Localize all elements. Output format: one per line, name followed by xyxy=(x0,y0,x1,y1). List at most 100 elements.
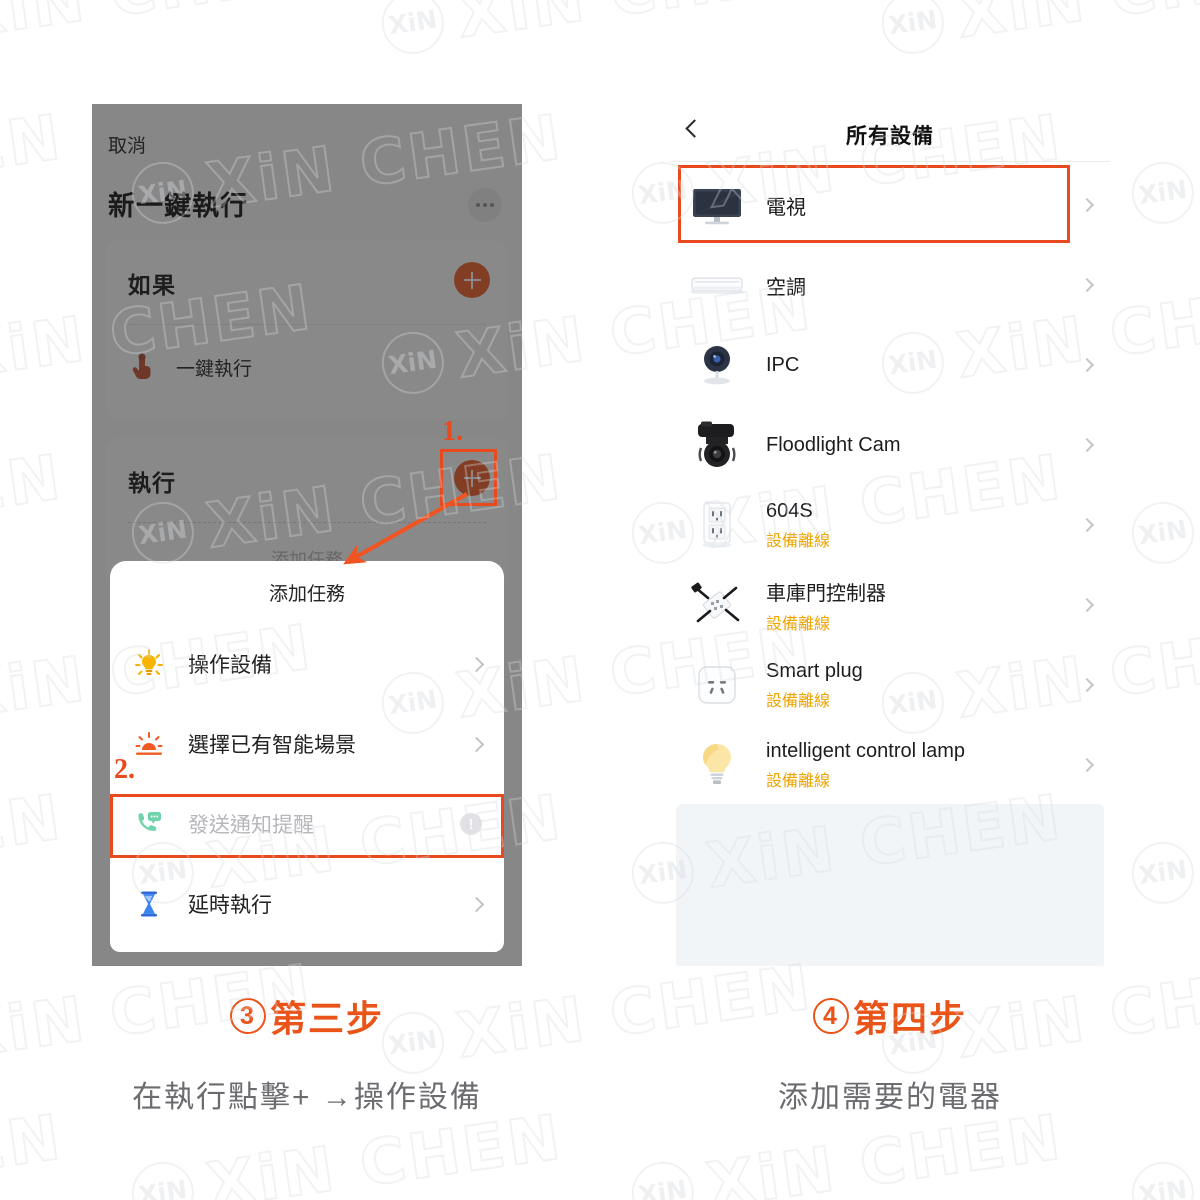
air-conditioner-icon xyxy=(688,256,746,314)
device-text: intelligent control lamp 設備離線 xyxy=(766,740,1062,791)
chevron-right-icon xyxy=(1079,197,1095,213)
caption-description: 在執行點擊+ →操作設備 xyxy=(132,1081,482,1114)
watermark-tile: XiNXiN CHEN xyxy=(377,0,818,63)
device-row-air-conditioner[interactable]: 空調 xyxy=(670,245,1110,325)
light-bulb-icon xyxy=(688,736,746,794)
caption-step-number: 3 xyxy=(229,998,266,1034)
caption-step-number: 4 xyxy=(812,998,849,1034)
watermark-text: XiN CHEN xyxy=(0,439,68,563)
right-phone-screenshot: 所有設備 電視 空調 IPC Floodlight Cam 604S 設備離線 … xyxy=(670,104,1110,966)
sunrise-icon xyxy=(132,727,166,761)
watermark-tile: XiNXiN CHEN xyxy=(1127,780,1200,913)
device-name: IPC xyxy=(766,353,800,376)
garage-door-icon xyxy=(688,576,746,634)
chevron-right-icon xyxy=(468,736,485,752)
device-text: 車庫門控制器 設備離線 xyxy=(766,577,1062,634)
add-task-bottom-sheet: 添加任務 操作設備 選擇已有智能場景 發送通知提醒 ! 延時執行 xyxy=(110,561,504,952)
sheet-item-label: 延時執行 xyxy=(188,894,272,917)
watermark-tile: XiNXiN CHEN xyxy=(0,779,68,913)
chevron-right-icon xyxy=(468,896,485,912)
device-text: IPC xyxy=(766,354,1062,377)
watermark-tile: XiNXiN CHEN xyxy=(0,99,68,233)
caption-step-label: 第四步 xyxy=(852,998,967,1039)
device-name: 電視 xyxy=(766,196,806,219)
device-name: 車庫門控制器 xyxy=(766,582,886,605)
hourglass-icon xyxy=(132,887,166,921)
sheet-item-operate-device[interactable]: 操作設備 xyxy=(110,631,504,697)
device-name: 空調 xyxy=(766,276,806,299)
sheet-item-label: 操作設備 xyxy=(188,654,272,677)
device-row-smart-plug[interactable]: Smart plug 設備離線 xyxy=(670,645,1110,725)
empty-list-filler xyxy=(676,804,1104,966)
watermark-tile: XiNXiN CHEN xyxy=(877,0,1200,63)
watermark-tile: XiNXiN CHEN xyxy=(1127,1100,1200,1200)
device-row-intelligent-control-lamp[interactable]: intelligent control lamp 設備離線 xyxy=(670,725,1110,805)
watermark-badge-icon: XiN xyxy=(127,1157,198,1200)
device-status: 設備離線 xyxy=(766,615,831,633)
device-status: 設備離線 xyxy=(766,692,831,710)
television-icon xyxy=(688,176,746,234)
watermark-tile: XiNXiN CHEN xyxy=(0,0,318,63)
watermark-text: XiN CHEN xyxy=(0,1099,68,1200)
chevron-right-icon xyxy=(1079,437,1095,453)
watermark-badge-icon: XiN xyxy=(1127,157,1198,228)
sheet-item-label: 選擇已有智能場景 xyxy=(188,734,356,757)
device-text: 電視 xyxy=(766,191,1062,220)
caption-step-four: 4 第四步 添加需要的電器 xyxy=(670,990,1110,1116)
sheet-item-send-notification: 發送通知提醒 ! xyxy=(110,791,504,857)
device-row-garage-door-controller[interactable]: 車庫門控制器 設備離線 xyxy=(670,565,1110,645)
watermark-tile: XiNXiN CHEN xyxy=(0,1099,68,1200)
watermark-badge-icon: XiN xyxy=(377,0,448,58)
sheet-item-label: 發送通知提醒 xyxy=(188,814,314,837)
watermark-text: XiN CHEN xyxy=(0,779,68,903)
chevron-right-icon xyxy=(468,656,485,672)
device-row-floodlight-cam[interactable]: Floodlight Cam xyxy=(670,405,1110,485)
chevron-right-icon xyxy=(1079,517,1095,533)
watermark-tile: XiNXiN CHEN xyxy=(0,439,68,573)
watermark-tile: XiNXiN CHEN xyxy=(1127,100,1200,233)
chevron-right-icon xyxy=(1079,757,1095,773)
ip-camera-icon xyxy=(688,336,746,394)
sheet-title: 添加任務 xyxy=(268,584,345,605)
device-status: 設備離線 xyxy=(766,772,831,790)
phone-message-icon xyxy=(132,807,166,841)
watermark-badge-icon: XiN xyxy=(1127,837,1198,908)
chevron-right-icon xyxy=(1079,677,1095,693)
watermark-text: XiN CHEN xyxy=(0,0,318,53)
wall-outlet-icon xyxy=(688,496,746,554)
sheet-item-delay-execution[interactable]: 延時執行 xyxy=(110,871,504,937)
watermark-text: XiN CHEN xyxy=(0,99,68,223)
floodlight-camera-icon xyxy=(688,416,746,474)
sheet-item-select-scene[interactable]: 選擇已有智能場景 xyxy=(110,711,504,777)
watermark-tile: XiNXiN CHEN xyxy=(1127,440,1200,573)
device-text: Smart plug 設備離線 xyxy=(766,660,1062,711)
device-row-ipc[interactable]: IPC xyxy=(670,325,1110,405)
lightbulb-icon xyxy=(132,647,166,681)
watermark-badge-icon: XiN xyxy=(627,1157,698,1200)
device-row-604s[interactable]: 604S 設備離線 xyxy=(670,485,1110,565)
caption-step-title: 3 第三步 xyxy=(92,990,522,1042)
device-row-television[interactable]: 電視 xyxy=(670,165,1110,245)
smart-plug-icon xyxy=(688,656,746,714)
left-phone-screenshot: 取消 新一鍵執行 如果 一鍵執行 執行 添加任務 xyxy=(92,104,522,966)
device-text: Floodlight Cam xyxy=(766,434,1062,457)
watermark-badge-icon: XiN xyxy=(877,0,948,58)
device-name: 604S xyxy=(766,499,813,522)
info-icon[interactable]: ! xyxy=(460,813,482,835)
chevron-right-icon xyxy=(1079,597,1095,613)
watermark-text: XiN CHEN xyxy=(951,0,1200,53)
page-title: 所有設備 xyxy=(846,125,934,148)
device-status: 設備離線 xyxy=(766,532,831,550)
watermark-badge-icon: XiN xyxy=(1127,497,1198,568)
watermark-badge-icon: XiN xyxy=(1127,1157,1198,1200)
watermark-text: XiN CHEN xyxy=(451,0,818,53)
device-text: 空調 xyxy=(766,271,1062,300)
caption-step-three: 3 第三步 在執行點擊+ →操作設備 xyxy=(92,990,522,1116)
device-name: Floodlight Cam xyxy=(766,433,901,456)
nav-bar: 所有設備 xyxy=(670,104,1110,162)
device-text: 604S 設備離線 xyxy=(766,500,1062,551)
device-name: Smart plug xyxy=(766,659,863,682)
device-name: intelligent control lamp xyxy=(766,739,965,762)
caption-description: 添加需要的電器 xyxy=(778,1081,1002,1114)
caption-step-title: 4 第四步 xyxy=(670,990,1110,1042)
